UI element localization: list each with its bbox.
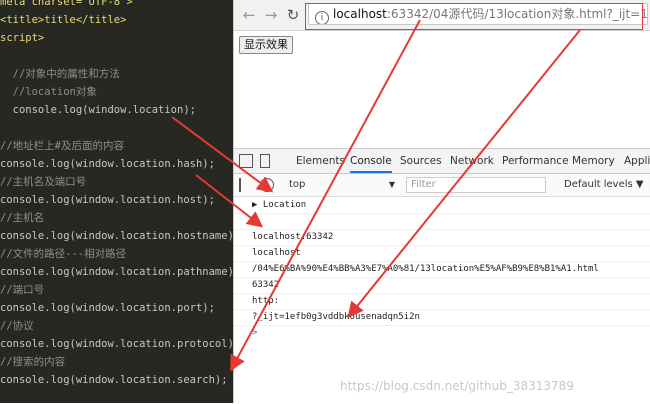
device-toolbar-icon[interactable]	[260, 154, 270, 168]
console-prompt[interactable]: >	[234, 325, 650, 341]
inspect-element-icon[interactable]	[239, 154, 253, 168]
context-select[interactable]: top ▼	[289, 177, 395, 193]
tab-sources[interactable]: Sources	[400, 149, 442, 173]
console-toolbar: top ▼ Filter Default levels ▼	[234, 174, 650, 197]
code-line: console.log(window.location.port);	[0, 302, 215, 314]
code-line: console.log(window.location.hash);	[0, 158, 215, 170]
tab-console[interactable]: Console	[350, 149, 392, 173]
watermark: https://blog.csdn.net/github_38313789	[340, 379, 574, 393]
filter-input[interactable]: Filter	[406, 177, 546, 193]
tab-application[interactable]: Applic	[624, 149, 650, 173]
code-line: meta charset="UTF-8">	[0, 0, 133, 8]
sidebar-toggle-icon[interactable]	[239, 178, 253, 192]
clear-console-icon[interactable]	[260, 178, 274, 192]
show-result-button[interactable]: 显示效果	[239, 36, 293, 54]
devtools-panel: Elements Console Sources Network Perform…	[234, 148, 650, 404]
tab-performance[interactable]: Performance	[502, 149, 569, 173]
console-row: /04%E6%BA%90%E4%BB%A3%E7%A0%81/13locatio…	[234, 261, 650, 278]
code-line: //协议	[0, 320, 34, 332]
code-line: //对象中的属性和方法	[0, 68, 120, 80]
code-line: <title>title</title>	[0, 14, 127, 26]
code-line: //location对象	[0, 86, 97, 98]
url-highlight-box	[305, 3, 643, 30]
code-line: console.log(window.location);	[0, 104, 196, 116]
code-line: console.log(window.location.protocol);	[0, 338, 233, 350]
code-line: //主机名	[0, 212, 45, 224]
code-line: console.log(window.location.search);	[0, 374, 228, 386]
back-arrow-icon[interactable]: ←	[240, 6, 258, 24]
console-row	[234, 213, 650, 230]
tab-memory[interactable]: Memory	[572, 149, 615, 173]
code-line: //搜索的内容	[0, 356, 66, 368]
browser-window: ← → ↻ i localhost:63342/04源代码/13location对…	[233, 0, 650, 404]
code-line: //主机名及端口号	[0, 176, 87, 188]
console-row: http:	[234, 293, 650, 310]
console-row: localhost:63342	[234, 229, 650, 246]
code-line: //文件的路径---相对路径	[0, 248, 127, 260]
console-row: ?_ijt=1efb0g3vddbk6usenadqn5i2n	[234, 309, 650, 326]
code-line: //地址栏上#及后面的内容	[0, 140, 124, 152]
reload-icon[interactable]: ↻	[284, 6, 302, 24]
code-editor[interactable]: meta charset="UTF-8"> <title>title</titl…	[0, 0, 233, 403]
code-line: script>	[0, 32, 45, 44]
console-row[interactable]: ▶ Location	[234, 197, 650, 214]
code-line: console.log(window.location.pathname);	[0, 266, 233, 278]
tab-elements[interactable]: Elements	[296, 149, 345, 173]
tab-network[interactable]: Network	[450, 149, 494, 173]
code-line: console.log(window.location.hostname);	[0, 230, 233, 242]
code-line: console.log(window.location.host);	[0, 194, 215, 206]
forward-arrow-icon[interactable]: →	[262, 6, 280, 24]
dropdown-arrow-icon: ▼	[388, 180, 395, 189]
console-row: localhost	[234, 245, 650, 262]
devtools-tab-bar: Elements Console Sources Network Perform…	[234, 149, 650, 174]
console-row: 63342	[234, 277, 650, 294]
code-line: //端口号	[0, 284, 45, 296]
console-output: ▶ Location localhost:63342 localhost /04…	[234, 197, 650, 404]
log-levels-select[interactable]: Default levels ▼	[564, 177, 644, 193]
